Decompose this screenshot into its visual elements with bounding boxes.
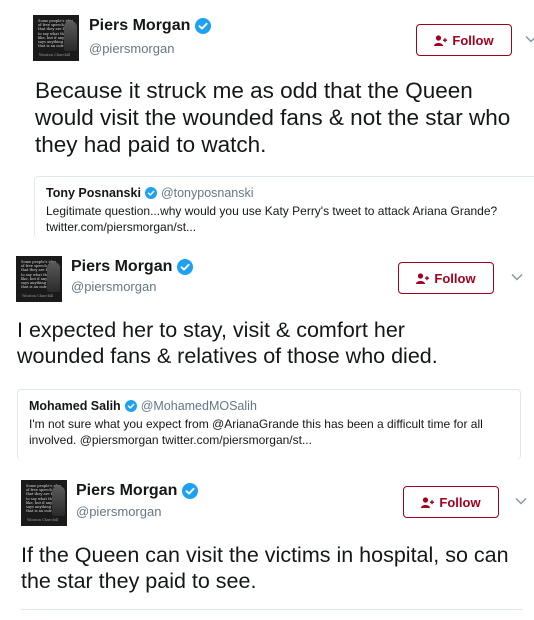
chevron-down-icon[interactable] — [511, 273, 523, 281]
tweet-text: Because it struck me as odd that the Que… — [35, 78, 511, 157]
portrait-silhouette — [47, 262, 60, 292]
quote-author-handle: @tonyposnanski — [160, 186, 254, 200]
follow-button[interactable]: Follow — [398, 262, 494, 294]
verified-badge-icon — [144, 187, 157, 199]
follow-label: Follow — [434, 270, 476, 286]
tweet-text: I expected her to stay, visit & comfort … — [17, 318, 438, 368]
follow-label: Follow — [452, 32, 494, 48]
quote-author-name: Mohamed Salih — [29, 399, 121, 413]
author-name-text: Piers Morgan — [71, 258, 173, 275]
verified-badge-icon — [177, 259, 194, 275]
chevron-down-icon[interactable] — [525, 35, 534, 43]
tweet-text: If the Queen can visit the victims in ho… — [21, 543, 509, 593]
quote-header: Tony Posnanski @tonyposnanski — [46, 186, 530, 200]
follow-user-icon — [421, 496, 435, 508]
quote-author-name: Tony Posnanski — [46, 186, 141, 200]
follow-user-icon — [434, 34, 448, 46]
avatar[interactable]: Some people's idea of free speech is tha… — [21, 480, 67, 526]
avatar[interactable]: Some people's idea of free speech is tha… — [33, 15, 79, 61]
verified-badge-icon — [124, 400, 137, 412]
author-handle[interactable]: @piersmorgan — [89, 41, 174, 56]
avatar[interactable]: Some people's idea of free speech is tha… — [16, 256, 62, 302]
avatar-signature: Winston Churchill — [39, 53, 71, 57]
quoted-tweet[interactable]: Tony Posnanski @tonyposnanski Legitimate… — [34, 176, 534, 238]
portrait-silhouette — [52, 486, 65, 516]
follow-button[interactable]: Follow — [416, 24, 512, 56]
tweet-2: Some people's idea of free speech is tha… — [0, 238, 534, 460]
author-name-text: Piers Morgan — [76, 482, 178, 499]
follow-user-icon — [416, 272, 430, 284]
follow-label: Follow — [439, 494, 481, 510]
quote-header: Mohamed Salih @MohamedMOSalih — [29, 399, 509, 413]
verified-badge-icon — [195, 18, 212, 34]
tweet-1: Some people's idea of free speech is tha… — [0, 0, 534, 238]
author-name-text: Piers Morgan — [89, 17, 191, 34]
follow-button[interactable]: Follow — [403, 486, 499, 518]
author-name[interactable]: Piers Morgan — [89, 17, 212, 35]
author-handle[interactable]: @piersmorgan — [76, 504, 161, 519]
avatar-signature: Winston Churchill — [22, 294, 54, 298]
author-name[interactable]: Piers Morgan — [71, 258, 194, 276]
chevron-down-icon[interactable] — [515, 497, 527, 505]
tweet-divider — [21, 609, 522, 610]
verified-badge-icon — [182, 483, 199, 499]
tweet-3: Some people's idea of free speech is tha… — [0, 460, 534, 620]
author-name[interactable]: Piers Morgan — [76, 482, 199, 500]
author-handle[interactable]: @piersmorgan — [71, 279, 156, 294]
avatar-signature: Winston Churchill — [27, 518, 59, 522]
portrait-silhouette — [64, 21, 77, 51]
quoted-tweet[interactable]: Mohamed Salih @MohamedMOSalih I'm not su… — [17, 389, 521, 460]
quote-text: I'm not sure what you expect from @Arian… — [29, 417, 483, 447]
quote-text: Legitimate question...why would you use … — [46, 204, 498, 234]
quote-author-handle: @MohamedMOSalih — [140, 399, 257, 413]
